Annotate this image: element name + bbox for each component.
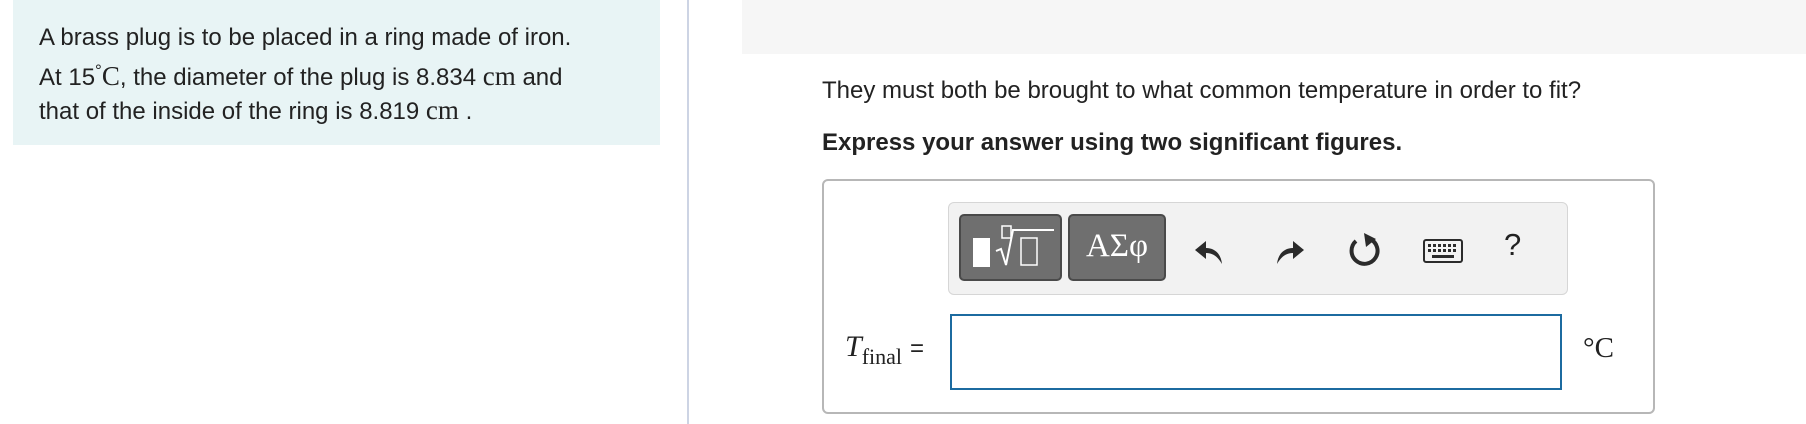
keyboard-icon[interactable]: [1421, 230, 1465, 270]
problem-line-3-prefix: that of the inside of the ring is 8.819: [39, 98, 426, 125]
panel-divider: [687, 0, 689, 424]
greek-symbols-button[interactable]: ΑΣφ: [1068, 214, 1166, 281]
answer-input[interactable]: [950, 314, 1562, 390]
help-button[interactable]: ?: [1504, 227, 1521, 263]
problem-line-2-mid: , the diameter of the plug is 8.834: [119, 63, 483, 91]
ring-diameter-unit: cm: [425, 95, 459, 125]
math-toolbar: ΑΣφ ?: [948, 202, 1568, 295]
templates-icon: [973, 225, 1054, 267]
part-header-strip: [742, 0, 1806, 54]
celsius-unit: C: [101, 60, 120, 91]
reset-icon[interactable]: [1344, 230, 1384, 270]
problem-line-2: At 15°C, the diameter of the plug is 8.8…: [39, 55, 634, 95]
answer-label: Tfinal =: [845, 330, 924, 370]
degree-symbol: °: [95, 60, 102, 80]
answer-variable: T: [845, 330, 862, 363]
question-prompt: They must both be brought to what common…: [822, 77, 1582, 104]
problem-line-2-prefix: At 15: [39, 63, 96, 91]
plug-diameter-unit: cm: [482, 60, 516, 91]
answer-unit: °C: [1583, 332, 1614, 364]
redo-icon[interactable]: [1268, 230, 1308, 270]
templates-button[interactable]: [959, 214, 1062, 281]
problem-line-1: A brass plug is to be placed in a ring m…: [39, 24, 572, 51]
problem-statement: A brass plug is to be placed in a ring m…: [13, 0, 660, 145]
problem-line-2-suffix: and: [515, 63, 563, 91]
answer-instruction: Express your answer using two significan…: [822, 129, 1403, 156]
problem-line-3-suffix: .: [458, 98, 473, 125]
problem-line-3: that of the inside of the ring is 8.819 …: [39, 94, 634, 129]
undo-icon[interactable]: [1191, 230, 1231, 270]
equals-sign: =: [910, 335, 925, 362]
answer-subscript: final: [861, 344, 903, 369]
